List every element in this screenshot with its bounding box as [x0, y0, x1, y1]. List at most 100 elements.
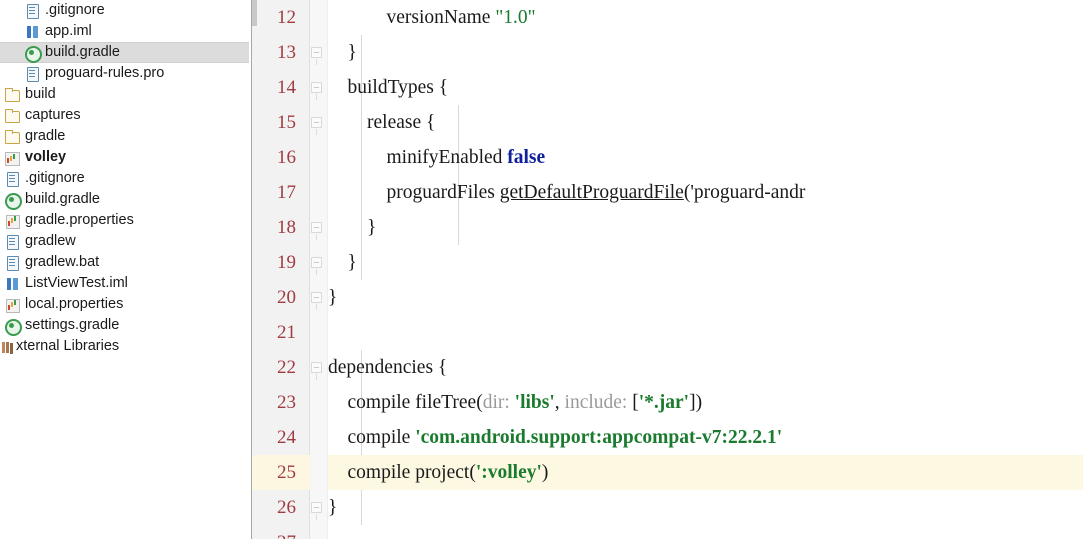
file-icon: [4, 255, 20, 271]
tree-item-label: xternal Libraries: [16, 338, 120, 354]
iml-icon: [4, 276, 20, 292]
gutter-row: 22: [252, 350, 328, 385]
tree-item-build-gradle[interactable]: build.gradle: [0, 189, 251, 210]
tree-item-gradle[interactable]: gradle: [0, 126, 251, 147]
line-number: 22: [277, 357, 296, 378]
file-icon: [24, 66, 40, 82]
gutter-row: 26: [252, 490, 328, 525]
gutter-row: 13: [252, 35, 328, 70]
props-icon: [4, 297, 20, 313]
tree-item-label: app.iml: [45, 23, 92, 39]
gutter-row: 25: [252, 455, 328, 490]
gutter-row: 21: [252, 315, 328, 350]
tree-item-label: gradlew: [25, 233, 76, 249]
gutter-rows: 12 13 14 15 16 17 18 19 20 21 22 23 24 25 26 27: [252, 0, 328, 539]
tree-item-xternal-libraries[interactable]: xternal Libraries: [0, 336, 251, 357]
fold-toggle-icon[interactable]: [311, 502, 322, 520]
gradle-icon: [4, 318, 22, 336]
tree-item-label: build.gradle: [45, 44, 120, 60]
tree-item-build[interactable]: build: [0, 84, 251, 105]
gutter-row: 23: [252, 385, 328, 420]
folder-icon: [4, 108, 20, 124]
line-number: 17: [277, 182, 296, 203]
tree-item--gitignore[interactable]: .gitignore: [0, 0, 251, 21]
gutter-row: 18: [252, 210, 328, 245]
code-line[interactable]: proguardFiles getDefaultProguardFile('pr…: [328, 175, 1083, 210]
gutter-row: 24: [252, 420, 328, 455]
folder-icon: [4, 129, 20, 145]
line-number: 24: [277, 427, 296, 448]
gutter-row: 19: [252, 245, 328, 280]
tree-item-gradle-properties[interactable]: gradle.properties: [0, 210, 251, 231]
fold-toggle-icon[interactable]: [311, 117, 322, 135]
tree-item-label: build.gradle: [25, 191, 100, 207]
tree-item-proguard-rules-pro[interactable]: proguard-rules.pro: [0, 63, 251, 84]
code-line[interactable]: compile 'com.android.support:appcompat-v…: [328, 420, 1083, 455]
tree-item-listviewtest-iml[interactable]: ListViewTest.iml: [0, 273, 251, 294]
project-tree[interactable]: .gitignore app.iml build.gradle proguard-ru…: [0, 0, 251, 357]
code-line[interactable]: [328, 315, 1083, 350]
line-number: 14: [277, 77, 296, 98]
line-number: 19: [277, 252, 296, 273]
tree-item-app-iml[interactable]: app.iml: [0, 21, 251, 42]
fold-toggle-icon[interactable]: [311, 257, 322, 275]
line-number: 13: [277, 42, 296, 63]
library-icon: [0, 339, 16, 355]
tree-item-label: captures: [25, 107, 81, 123]
code-line[interactable]: }: [328, 35, 1083, 70]
tree-item-local-properties[interactable]: local.properties: [0, 294, 251, 315]
tree-item-label: build: [25, 86, 56, 102]
gradle-icon: [4, 192, 22, 210]
tree-item-gradlew-bat[interactable]: gradlew.bat: [0, 252, 251, 273]
gutter-row: 27: [252, 525, 328, 539]
tree-item-label: local.properties: [25, 296, 124, 312]
code-line[interactable]: }: [328, 490, 1083, 525]
tree-item-volley[interactable]: volley: [0, 147, 251, 168]
tree-item-build-gradle[interactable]: build.gradle: [0, 42, 249, 63]
code-line[interactable]: [328, 525, 1083, 539]
code-editor[interactable]: 12 13 14 15 16 17 18 19 20 21 22 23 24 25 26 27 version…: [252, 0, 1083, 539]
fold-toggle-icon[interactable]: [311, 222, 322, 240]
code-line[interactable]: versionName "1.0": [328, 0, 1083, 35]
tree-item-gradlew[interactable]: gradlew: [0, 231, 251, 252]
code-line[interactable]: compile fileTree(dir: 'libs', include: […: [328, 385, 1083, 420]
fold-toggle-icon[interactable]: [311, 362, 322, 380]
folder-icon: [4, 87, 20, 103]
code-line[interactable]: release {: [328, 105, 1083, 140]
ide-window: .gitignore app.iml build.gradle proguard-ru…: [0, 0, 1083, 539]
line-number: 21: [277, 322, 296, 343]
line-number: 12: [277, 7, 296, 28]
code-line[interactable]: }: [328, 210, 1083, 245]
tree-item-label: gradlew.bat: [25, 254, 100, 270]
code-text-area[interactable]: versionName "1.0" } buildTypes { release…: [328, 0, 1083, 539]
line-number: 27: [252, 525, 296, 539]
code-line[interactable]: }: [328, 280, 1083, 315]
fold-toggle-icon[interactable]: [311, 82, 322, 100]
tree-item-label: volley: [25, 149, 67, 165]
gutter-row: 15: [252, 105, 328, 140]
tree-item-label: proguard-rules.pro: [45, 65, 165, 81]
gradle-icon: [24, 45, 42, 63]
gutter-row: 14: [252, 70, 328, 105]
tree-item--gitignore[interactable]: .gitignore: [0, 168, 251, 189]
fold-toggle-icon[interactable]: [311, 292, 322, 310]
code-line[interactable]: compile project(':volley'): [328, 455, 1083, 490]
tree-item-label: .gitignore: [45, 2, 105, 18]
code-line[interactable]: }: [328, 245, 1083, 280]
line-number: 25: [277, 462, 296, 483]
tree-item-settings-gradle[interactable]: settings.gradle: [0, 315, 251, 336]
code-line[interactable]: minifyEnabled false: [328, 140, 1083, 175]
line-number: 16: [277, 147, 296, 168]
file-icon: [4, 171, 20, 187]
code-rows: versionName "1.0" } buildTypes { release…: [328, 0, 1083, 539]
tree-item-label: settings.gradle: [25, 317, 120, 333]
tree-item-captures[interactable]: captures: [0, 105, 251, 126]
line-number: 23: [277, 392, 296, 413]
code-line[interactable]: buildTypes {: [328, 70, 1083, 105]
tree-item-label: .gitignore: [25, 170, 85, 186]
gutter-row: 17: [252, 175, 328, 210]
fold-toggle-icon[interactable]: [311, 47, 322, 65]
code-line[interactable]: dependencies {: [328, 350, 1083, 385]
project-tree-panel[interactable]: .gitignore app.iml build.gradle proguard-ru…: [0, 0, 252, 539]
iml-icon: [24, 24, 40, 40]
